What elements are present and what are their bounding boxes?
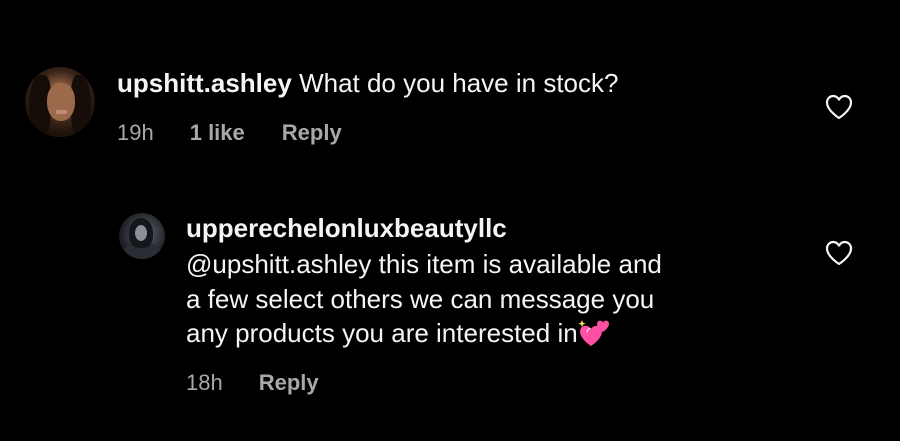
comment-timestamp: 19h [117, 120, 154, 145]
comment-text: upperechelonluxbeautyllc [186, 211, 507, 245]
mention-link[interactable]: @upshitt.ashley [186, 249, 371, 279]
avatar[interactable] [25, 67, 95, 137]
reply-button[interactable]: Reply [282, 120, 342, 146]
comment-text: upshitt.ashley What do you have in stock… [117, 66, 618, 100]
comment-meta: 18h Reply [186, 370, 319, 396]
comment-username[interactable]: upperechelonluxbeautyllc [186, 213, 507, 243]
heart-outline-icon[interactable] [824, 239, 854, 267]
comment-body: What do you have in stock? [299, 68, 619, 98]
avatar[interactable] [119, 213, 165, 259]
comment-username[interactable]: upshitt.ashley [117, 68, 292, 98]
comment-line: @upshitt.ashley this item is available a… [186, 249, 662, 279]
heart-outline-icon[interactable] [824, 93, 854, 121]
reply-button[interactable]: Reply [259, 370, 319, 396]
comment-line: any products you are interested in [186, 316, 662, 351]
like-count-link[interactable]: 1 like [190, 120, 245, 146]
comment-body: @upshitt.ashley this item is available a… [186, 247, 662, 351]
comment-timestamp: 18h [186, 370, 223, 395]
two-hearts-emoji [578, 320, 609, 346]
comment-meta: 19h 1 like Reply [117, 120, 342, 146]
cropped-text-above [330, 0, 530, 6]
comment-line: a few select others we can message you [186, 283, 655, 314]
